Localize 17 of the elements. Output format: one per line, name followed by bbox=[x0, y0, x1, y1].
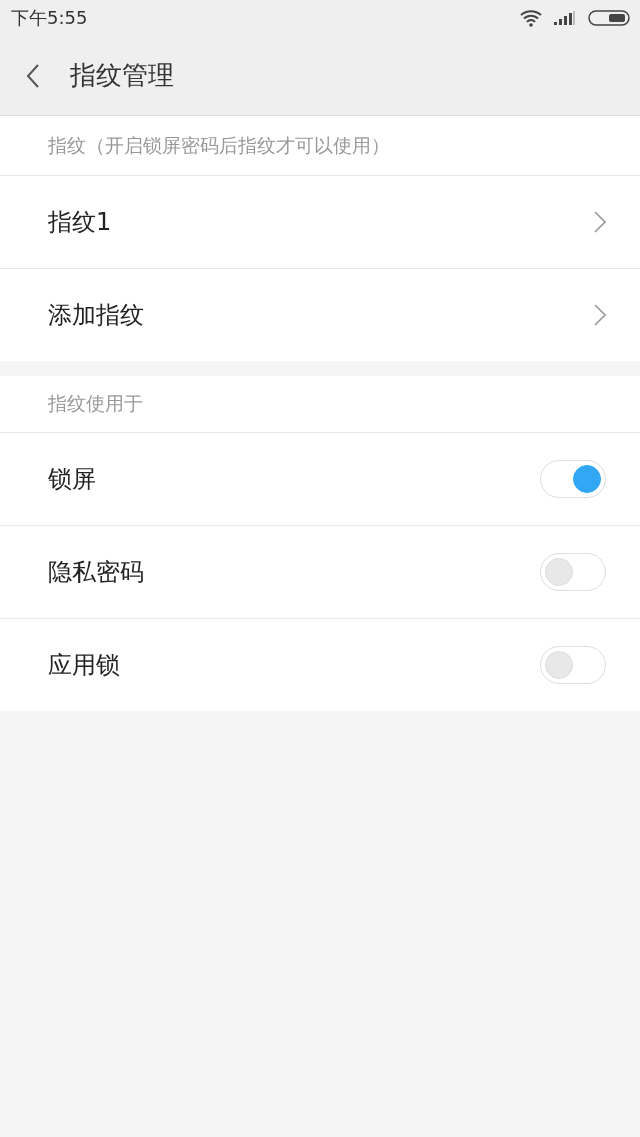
chevron-right-icon[interactable] bbox=[594, 211, 606, 233]
setting-label: 应用锁 bbox=[48, 650, 120, 681]
section-title: 指纹（开启锁屏密码后指纹才可以使用） bbox=[0, 116, 640, 176]
setting-label: 隐私密码 bbox=[48, 557, 144, 588]
page-title: 指纹管理 bbox=[70, 59, 174, 92]
setting-label: 添加指纹 bbox=[48, 300, 144, 331]
section-title: 指纹使用于 bbox=[0, 376, 640, 433]
toggle-switch[interactable] bbox=[540, 646, 606, 684]
toggle-switch[interactable] bbox=[540, 460, 606, 498]
battery-icon bbox=[588, 10, 630, 26]
setting-label: 指纹1 bbox=[48, 207, 112, 238]
chevron-right-icon[interactable] bbox=[594, 304, 606, 326]
toggle-switch[interactable] bbox=[540, 553, 606, 591]
signal-icon bbox=[554, 11, 576, 25]
setting-label: 锁屏 bbox=[48, 464, 96, 495]
status-time: 下午5:55 bbox=[11, 6, 88, 30]
wifi-icon bbox=[520, 9, 542, 27]
